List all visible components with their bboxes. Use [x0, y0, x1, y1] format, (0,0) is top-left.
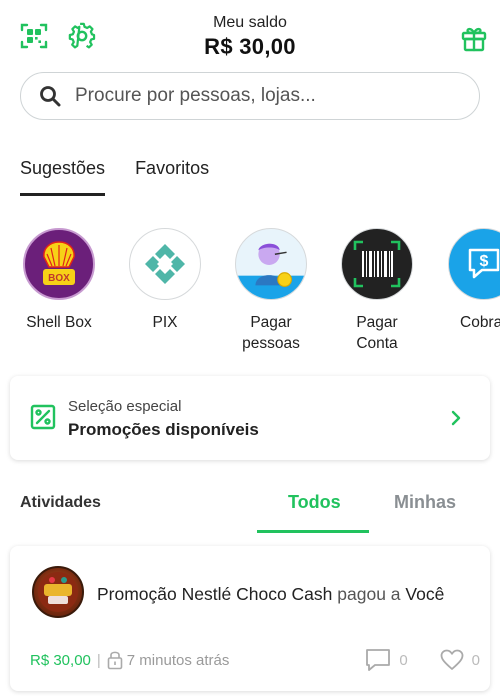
shortcut-label: Cobra [460, 312, 500, 333]
shortcut-pagar-conta[interactable]: Pagar Conta [332, 228, 422, 354]
shortcut-label-line2: pessoas [242, 335, 300, 352]
feed-amount: R$ 30,00 [30, 651, 91, 669]
feed-footer: R$ 30,00 | 7 minutos atrás 0 0 [30, 648, 480, 672]
like-count: 0 [471, 651, 480, 669]
shortcut-pagar-pessoas[interactable]: Pagar pessoas [226, 228, 316, 354]
feed-item[interactable]: Promoção Nestlé Choco Cash pagou a Você … [10, 546, 490, 691]
search-input[interactable]: Procure por pessoas, lojas... [75, 85, 316, 107]
active-tab-indicator [257, 530, 369, 533]
tab-favoritos[interactable]: Favoritos [135, 158, 209, 196]
svg-text:$: $ [480, 253, 489, 270]
shortcut-label-line1: Shell Box [26, 314, 92, 331]
shortcut-cobrar[interactable]: $ Cobra [440, 228, 500, 333]
shortcut-label-line1: Pagar [250, 314, 292, 331]
comment-icon[interactable] [365, 648, 391, 672]
gear-icon[interactable] [68, 22, 96, 50]
shortcut-label-line1: Cobra [460, 314, 500, 331]
shortcut-label-line2: Conta [356, 335, 398, 352]
feed-separator: | [96, 651, 101, 669]
balance-value: R$ 30,00 [204, 34, 296, 59]
feed-verb: pagou a [337, 584, 401, 604]
promo-card[interactable]: Seleção especial Promoções disponíveis [10, 376, 490, 460]
pix-icon [129, 228, 201, 300]
shortcut-pix[interactable]: PIX [120, 228, 210, 333]
discount-ticket-icon [30, 404, 56, 430]
shortcut-label: Pagar Conta [332, 312, 422, 354]
activity-label: Atividades [20, 494, 101, 511]
search-icon [39, 85, 61, 107]
top-bar: Meu saldo R$ 30,00 [0, 0, 500, 70]
tab-minhas[interactable]: Minhas [394, 492, 456, 513]
heart-icon[interactable] [440, 649, 464, 671]
avatar [32, 566, 84, 618]
balance-label: Meu saldo [213, 14, 287, 31]
activity-header: Atividades Todos Minhas [0, 486, 500, 536]
feed-receiver[interactable]: Você [405, 584, 444, 604]
feed-description: Promoção Nestlé Choco Cash pagou a Você [97, 584, 444, 605]
tab-sugestoes[interactable]: Sugestões [20, 158, 106, 196]
feed-sender[interactable]: Promoção Nestlé Choco Cash [97, 584, 332, 604]
shortcut-label-line1: Pagar [356, 314, 398, 331]
tab-todos[interactable]: Todos [288, 492, 341, 513]
promo-subtitle: Seleção especial [68, 398, 182, 415]
balance-display: Meu saldo R$ 30,00 [150, 14, 350, 60]
shell-box-logo: BOX [23, 228, 95, 300]
shortcut-shell-box[interactable]: BOX Shell Box [14, 228, 104, 333]
gift-icon[interactable] [460, 24, 488, 52]
shortcut-label: Shell Box [14, 312, 104, 333]
shortcut-label: Pagar pessoas [226, 312, 316, 354]
comment-count: 0 [399, 651, 408, 669]
search-bar[interactable]: Procure por pessoas, lojas... [20, 72, 480, 120]
person-paying-icon [235, 228, 307, 300]
lock-icon [107, 650, 123, 670]
barcode-icon [341, 228, 413, 300]
qr-scan-icon[interactable] [20, 22, 48, 50]
shortcut-label-line1: PIX [152, 314, 178, 331]
promo-title: Promoções disponíveis [68, 420, 259, 439]
suggestion-tabs: Sugestões Favoritos [20, 158, 239, 196]
shell-box-badge: BOX [48, 273, 70, 284]
dollar-chat-icon: $ [448, 228, 500, 300]
feed-time: 7 minutos atrás [126, 651, 230, 669]
shortcut-label: PIX [120, 312, 210, 333]
shortcut-row: BOX Shell Box PIX Pagar pessoas Pagar Co… [0, 228, 500, 358]
chevron-right-icon [450, 409, 462, 427]
